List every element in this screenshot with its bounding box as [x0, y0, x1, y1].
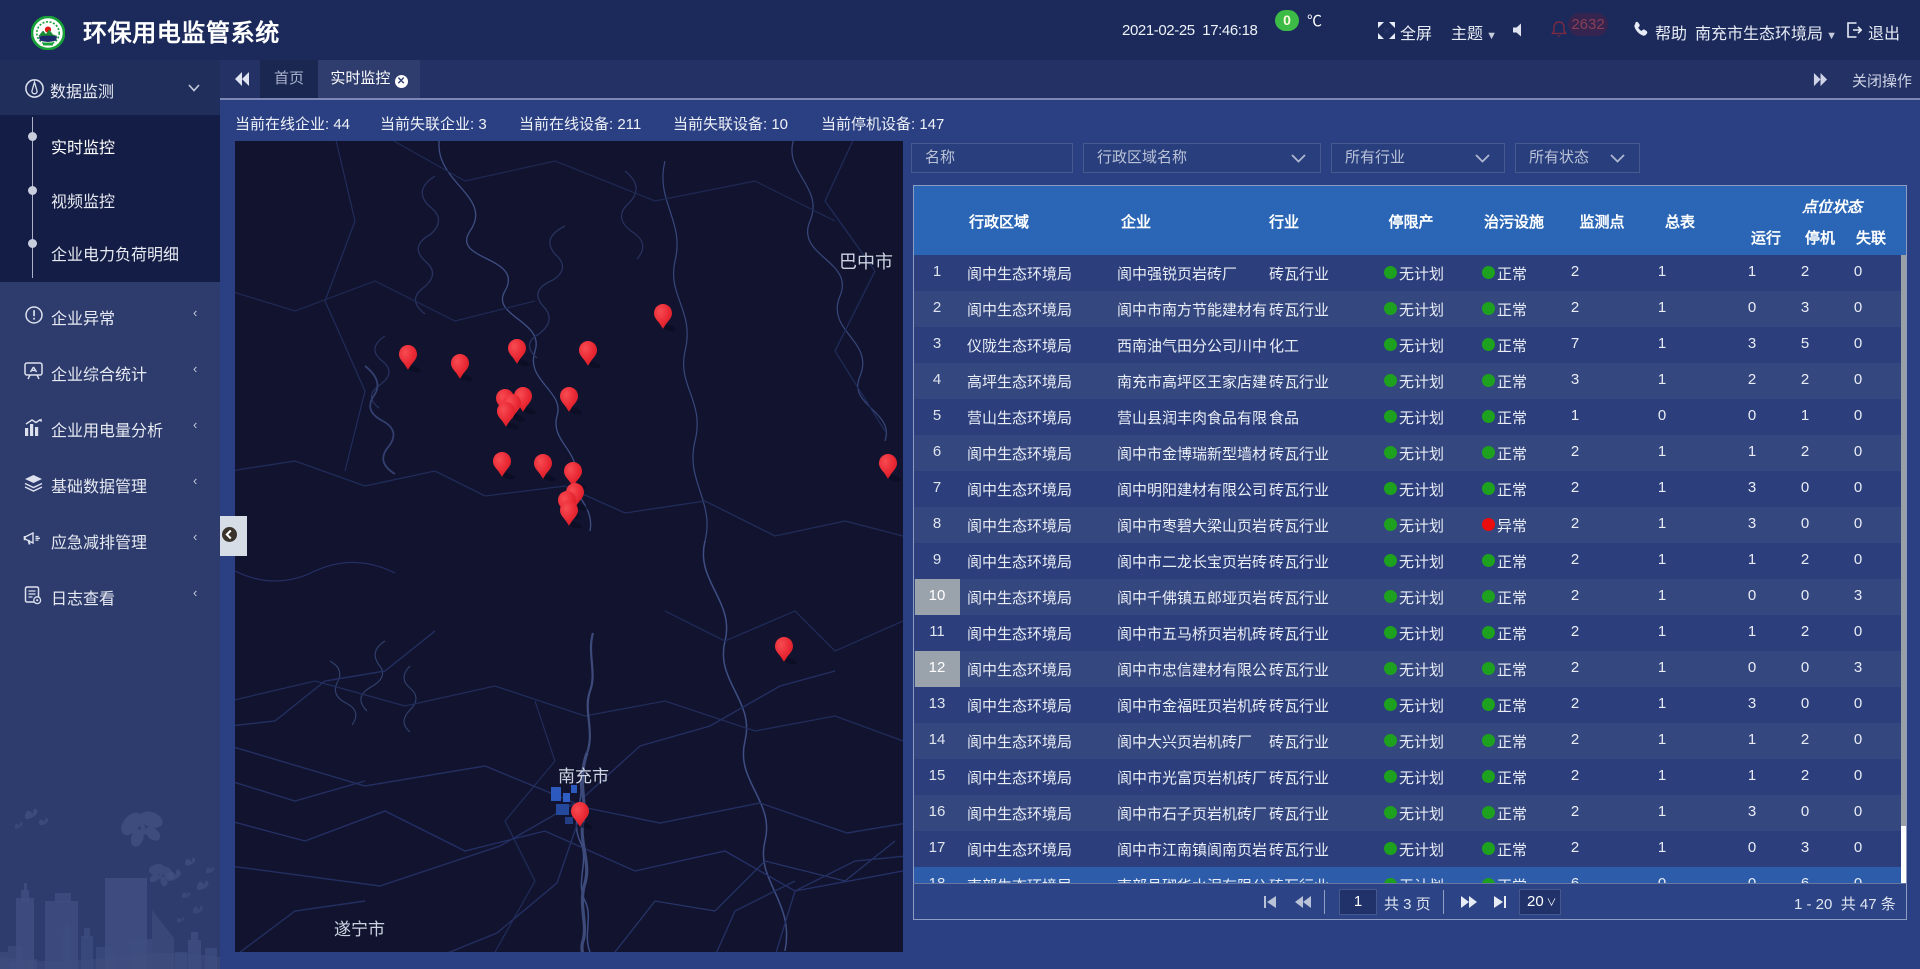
svg-text:南充市: 南充市 — [558, 767, 609, 786]
svg-text:巴中市: 巴中市 — [839, 252, 893, 272]
svg-text:遂宁市: 遂宁市 — [334, 920, 385, 939]
